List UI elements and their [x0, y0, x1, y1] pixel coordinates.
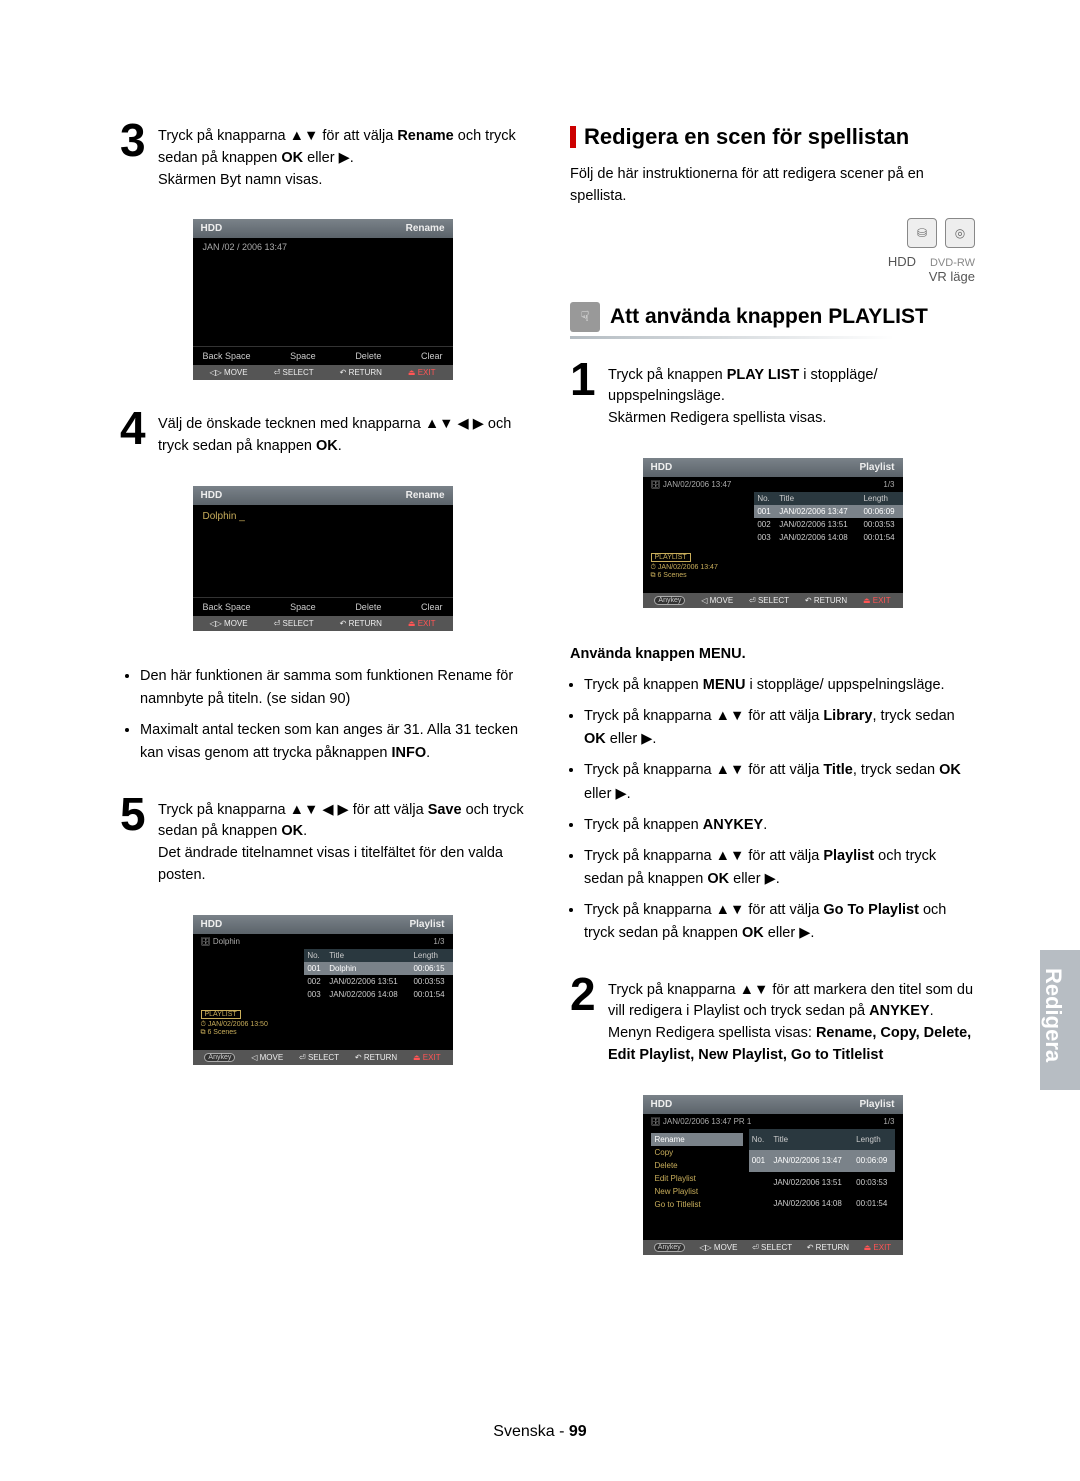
page-footer: Svenska - 99: [0, 1423, 1080, 1441]
hand-icon: ☟: [570, 302, 600, 332]
step-number: 3: [120, 120, 150, 161]
menu-instruction-list: Tryck på knappen MENU i stoppläge/ uppsp…: [584, 674, 975, 954]
section-heading: Redigera en scen för spellistan: [570, 124, 975, 150]
section-side-tab: Redigera: [1040, 950, 1080, 1090]
osd-rename-dolphin: HDDRename Dolphin _ Back SpaceSpaceDelet…: [193, 486, 453, 631]
menu-heading: Använda knappen MENU.: [570, 646, 975, 662]
step-text: Välj de önskade tecknen med knapparna ▲▼…: [158, 408, 525, 458]
step-3: 3 Tryck på knapparna ▲▼ för att välja Re…: [120, 120, 525, 191]
red-bar-icon: [570, 126, 576, 148]
divider: [570, 336, 975, 339]
step-number: 2: [570, 974, 600, 1015]
hdd-icon: ⛁: [907, 218, 937, 248]
list-item: Tryck på knapparna ▲▼ för att välja Libr…: [584, 705, 975, 751]
list-item: Tryck på knappen MENU i stoppläge/ uppsp…: [584, 674, 975, 697]
list-item: Tryck på knappen ANYKEY.: [584, 814, 975, 837]
mode-labels: HDDDVD-RW VR läge: [570, 254, 975, 284]
context-menu: Rename Copy Delete Edit Playlist New Pla…: [651, 1133, 743, 1211]
step-number: 1: [570, 359, 600, 400]
step-2: 2 Tryck på knapparna ▲▼ för att markera …: [570, 974, 975, 1067]
list-item: Den här funktionen är samma som funktion…: [140, 665, 525, 711]
left-column: 3 Tryck på knapparna ▲▼ för att välja Re…: [120, 120, 525, 1421]
right-column: Redigera en scen för spellistan Följ de …: [570, 120, 975, 1421]
step-text: Tryck på knappen PLAY LIST i stoppläge/ …: [608, 359, 975, 430]
step-text: Tryck på knapparna ▲▼ ◀ ▶ för att välja …: [158, 794, 525, 887]
list-item: Tryck på knapparna ▲▼ för att välja Titl…: [584, 759, 975, 805]
list-item: Maximalt antal tecken som kan anges är 3…: [140, 719, 525, 765]
sub-heading: ☟ Att använda knappen PLAYLIST: [570, 302, 975, 332]
osd-playlist-result: HDDPlaylist 🗄 Dolphin1/3 No.TitleLength …: [193, 915, 453, 1065]
step-text: Tryck på knapparna ▲▼ för att markera de…: [608, 974, 975, 1067]
notes-list: Den här funktionen är samma som funktion…: [140, 665, 525, 774]
osd-playlist-menu: HDDPlaylist 🗄 JAN/02/2006 13:47 PR 11/3 …: [643, 1095, 903, 1255]
step-5: 5 Tryck på knapparna ▲▼ ◀ ▶ för att välj…: [120, 794, 525, 887]
list-item: Tryck på knapparna ▲▼ för att välja Play…: [584, 845, 975, 891]
step-number: 5: [120, 794, 150, 835]
step-4: 4 Välj de önskade tecknen med knapparna …: [120, 408, 525, 458]
osd-playlist-initial: HDDPlaylist 🗄 JAN/02/2006 13:471/3 No.Ti…: [643, 458, 903, 608]
intro-text: Följ de här instruktionerna för att redi…: [570, 164, 975, 208]
dvdrw-icon: ◎: [945, 218, 975, 248]
step-number: 4: [120, 408, 150, 449]
mode-icons: ⛁ ◎: [570, 218, 975, 248]
list-item: Tryck på knapparna ▲▼ för att välja Go T…: [584, 899, 975, 945]
step-text: Tryck på knapparna ▲▼ för att välja Rena…: [158, 120, 525, 191]
step-1: 1 Tryck på knappen PLAY LIST i stoppläge…: [570, 359, 975, 430]
osd-rename-empty: HDDRename JAN /02 / 2006 13:47 Back Spac…: [193, 219, 453, 380]
